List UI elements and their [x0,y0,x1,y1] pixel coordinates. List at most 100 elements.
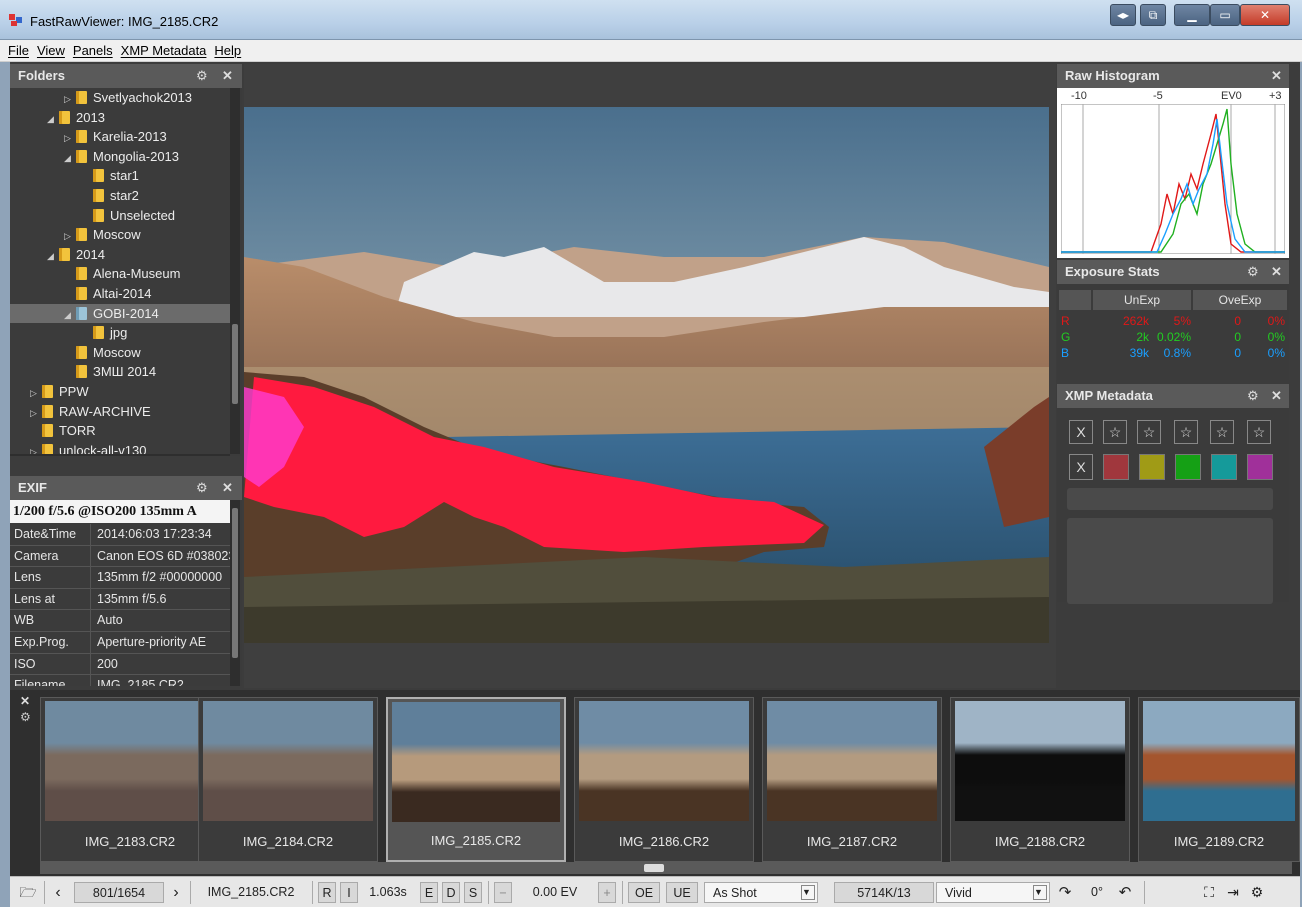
menu-help[interactable]: Help [214,43,241,58]
ev-minus-button[interactable]: − [494,882,512,903]
profile-select[interactable]: Vivid ▼ [936,882,1050,903]
star-4-button[interactable]: ☆ [1210,420,1234,444]
folder-item[interactable]: Moscow [10,343,230,363]
prev-image-button[interactable]: ‹ [50,882,66,903]
menu-file[interactable]: File [8,43,29,58]
star-2-button[interactable]: ☆ [1137,420,1161,444]
menu-view[interactable]: View [37,43,65,58]
reject-button[interactable]: X [1069,420,1093,444]
open-folder-icon[interactable]: 🗁 [16,882,40,903]
exif-scrollbar[interactable] [230,500,240,686]
settings-icon[interactable]: ⚙ [1246,882,1268,903]
expand-arrow-icon[interactable]: ▷ [30,404,42,423]
xmp-title-field[interactable] [1067,488,1273,510]
thumbnail[interactable]: IMG_2189.CR2 [1138,697,1300,862]
expand-arrow-icon[interactable]: ▷ [64,227,76,246]
exif-close-icon[interactable]: ✕ [222,476,233,500]
folders-close-icon[interactable]: ✕ [222,64,233,88]
folders-hscrollbar[interactable] [10,454,230,456]
exif-scroll-thumb[interactable] [232,508,238,658]
filmstrip-close-icon[interactable]: ✕ [20,694,30,708]
folders-scrollbar[interactable] [230,88,240,454]
star-3-button[interactable]: ☆ [1174,420,1198,444]
folder-item[interactable]: ▷ Moscow [10,225,230,245]
overexposure-button[interactable]: OE [628,882,660,903]
folder-item[interactable]: star1 [10,166,230,186]
exposure-close-icon[interactable]: ✕ [1271,260,1282,284]
color-label-swatch[interactable] [1175,454,1201,480]
folder-item[interactable]: ◢ 2014 [10,245,230,265]
folder-item[interactable]: ◢ Mongolia-2013 [10,147,230,167]
folder-item[interactable]: Alena-Museum [10,264,230,284]
folder-item[interactable]: ▷ PPW [10,382,230,402]
expand-arrow-icon[interactable]: ▷ [64,129,76,148]
temperature-readout[interactable]: 5714K/13 [834,882,934,903]
color-label-swatch[interactable] [1211,454,1237,480]
color-label-swatch[interactable] [1139,454,1165,480]
thumbnail[interactable]: IMG_2187.CR2 [762,697,942,862]
thumbnail[interactable]: IMG_2188.CR2 [950,697,1130,862]
collapse-arrow-icon[interactable]: ◢ [64,149,76,168]
clear-label-button[interactable]: X [1069,454,1093,480]
rotate-right-icon[interactable]: ↷ [1054,882,1076,903]
exif-settings-icon[interactable]: ⚙ [196,476,208,500]
collapse-arrow-icon[interactable]: ◢ [47,110,59,129]
fullscreen-icon[interactable]: ⛶ [1198,882,1220,903]
folder-item[interactable]: Altai-2014 [10,284,230,304]
e-toggle-button[interactable]: E [420,882,438,903]
restore-layout-button[interactable]: ⧉ [1140,4,1166,26]
ev-plus-button[interactable]: + [598,882,616,903]
menu-panels[interactable]: Panels [73,43,113,58]
exposure-settings-icon[interactable]: ⚙ [1247,260,1259,284]
expand-arrow-icon[interactable]: ▷ [64,90,76,109]
color-label-swatch[interactable] [1103,454,1129,480]
folder-item[interactable]: jpg [10,323,230,343]
thumbnail[interactable]: IMG_2184.CR2 [198,697,378,862]
folder-item[interactable]: ▷ RAW-ARCHIVE [10,402,230,422]
chevron-down-icon[interactable]: ▼ [1033,885,1047,900]
histogram-close-icon[interactable]: ✕ [1271,64,1282,88]
filmstrip-scrollbar[interactable] [40,862,1292,874]
nav-arrows-button[interactable]: ◂▸ [1110,4,1136,26]
expand-arrow-icon[interactable]: ▷ [30,384,42,403]
folders-settings-icon[interactable]: ⚙ [196,64,208,88]
thumbnail[interactable]: IMG_2183.CR2 [40,697,220,862]
filmstrip-settings-icon[interactable]: ⚙ [20,710,31,724]
folder-item[interactable]: TORR [10,421,230,441]
main-viewer[interactable] [244,64,1056,688]
exit-icon[interactable]: ⇥ [1222,882,1244,903]
folder-item[interactable]: Unselected [10,206,230,226]
folder-item[interactable]: ◢ GOBI-2014 [10,303,230,325]
maximize-button[interactable]: ▭ [1210,4,1240,26]
image-counter[interactable]: 801/1654 [74,882,164,903]
folder-item[interactable]: ▷ Svetlyachok2013 [10,88,230,108]
chevron-down-icon[interactable]: ▼ [801,885,815,900]
info-toggle-button[interactable]: I [340,882,358,903]
folder-item[interactable]: star2 [10,186,230,206]
color-label-swatch[interactable] [1247,454,1273,480]
xmp-description-field[interactable] [1067,518,1273,604]
star-5-button[interactable]: ☆ [1247,420,1271,444]
next-image-button[interactable]: › [168,882,184,903]
minimize-button[interactable]: ▁ [1174,4,1210,26]
folder-item[interactable]: ЗМШ 2014 [10,362,230,382]
thumbnail[interactable]: IMG_2185.CR2 [386,697,566,862]
thumbnail[interactable]: IMG_2186.CR2 [574,697,754,862]
s-toggle-button[interactable]: S [464,882,482,903]
xmp-close-icon[interactable]: ✕ [1271,384,1282,408]
folders-scroll-thumb[interactable] [232,324,238,404]
collapse-arrow-icon[interactable]: ◢ [47,247,59,266]
collapse-arrow-icon[interactable]: ◢ [64,306,76,325]
xmp-settings-icon[interactable]: ⚙ [1247,384,1259,408]
raw-toggle-button[interactable]: R [318,882,336,903]
filmstrip-scroll-thumb[interactable] [644,864,664,872]
close-window-button[interactable]: ✕ [1240,4,1290,26]
rotate-left-icon[interactable]: ↶ [1114,882,1136,903]
folder-item[interactable]: ◢ 2013 [10,108,230,128]
d-toggle-button[interactable]: D [442,882,460,903]
underexposure-button[interactable]: UE [666,882,698,903]
ev-readout[interactable]: 0.00 EV [516,882,594,903]
folder-item[interactable]: ▷ Karelia-2013 [10,127,230,147]
white-balance-select[interactable]: As Shot ▼ [704,882,818,903]
menu-xmp-metadata[interactable]: XMP Metadata [121,43,207,58]
